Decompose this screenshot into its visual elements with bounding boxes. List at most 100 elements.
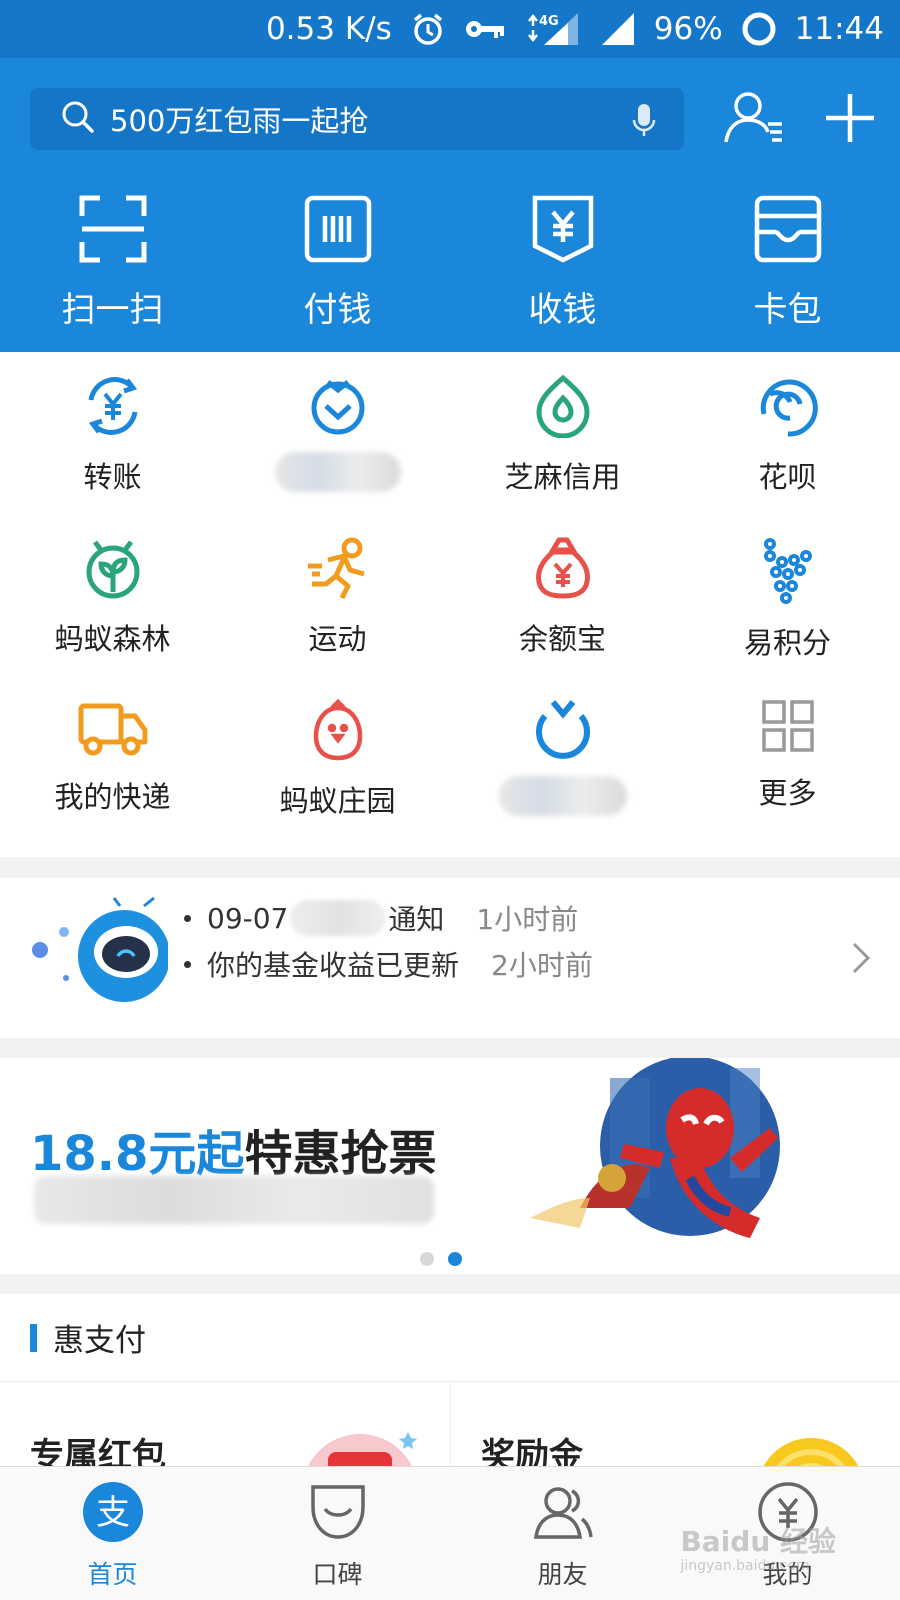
scan-icon xyxy=(78,194,148,268)
app-sports[interactable]: 运动 xyxy=(225,536,450,656)
app-label: 运动 xyxy=(308,622,367,656)
timer-icon xyxy=(531,698,595,766)
banner-price: 18.8元起 xyxy=(30,1126,245,1182)
notice-text-suffix: 通知 xyxy=(388,903,445,936)
robot-mascot-icon xyxy=(28,896,170,1012)
app-yuebao[interactable]: 余额宝 xyxy=(450,536,675,656)
section-title: 惠支付 xyxy=(53,1323,146,1359)
pager-dot[interactable] xyxy=(420,1252,434,1266)
baidu-watermark: Baidu 经验 jingyan.baidu.com xyxy=(680,1520,836,1574)
receive-button[interactable]: 收钱 xyxy=(450,194,675,331)
bullet xyxy=(184,914,191,922)
app-huabei[interactable]: 花呗 xyxy=(675,374,900,494)
battery-ring-icon xyxy=(741,11,777,47)
battery-percent: 96% xyxy=(653,11,723,47)
redacted-subtitle xyxy=(34,1176,434,1224)
svg-text:支: 支 xyxy=(96,1493,130,1533)
scan-button[interactable]: 扫一扫 xyxy=(0,194,225,331)
app-ant-farm[interactable]: 蚂蚁庄园 xyxy=(225,698,450,818)
notice-item[interactable]: 你的基金收益已更新 2小时前 xyxy=(184,944,593,984)
notice-item[interactable]: 09-07 通知 1小时前 xyxy=(184,898,578,938)
sesame-icon xyxy=(531,374,595,442)
notice-text: 09-07 xyxy=(207,901,289,935)
signal-icon xyxy=(600,11,636,47)
app-redacted[interactable] xyxy=(225,374,450,492)
sprout-icon xyxy=(81,536,145,604)
app-transfer[interactable]: 转账 xyxy=(0,374,225,494)
app-label: 芝麻信用 xyxy=(504,460,621,494)
redacted-label xyxy=(274,452,401,492)
tab-koubei[interactable]: 口碑 xyxy=(225,1467,450,1600)
search-icon xyxy=(60,99,96,139)
network-speed: 0.53 K/s xyxy=(265,11,392,47)
svg-text:4G: 4G xyxy=(539,14,559,29)
receive-money-icon xyxy=(525,194,601,268)
app-label: 我的快递 xyxy=(54,780,171,814)
clock: 11:44 xyxy=(794,11,884,47)
quick-action-label: 收钱 xyxy=(528,290,597,330)
app-grid: 转账 芝麻信用 花呗 蚂蚁森林 运动 余额宝 易积分 我的快递 蚂蚁庄园 更多 xyxy=(0,352,900,857)
chevron-right-icon xyxy=(852,942,871,978)
notice-time: 1小时前 xyxy=(476,903,579,936)
card-wallet-button[interactable]: 卡包 xyxy=(675,194,900,331)
tab-label: 朋友 xyxy=(537,1560,588,1589)
alipay-home-icon: 支 xyxy=(82,1481,144,1547)
truck-icon xyxy=(77,698,149,762)
app-label: 更多 xyxy=(758,776,817,810)
runner-icon xyxy=(304,536,372,604)
watermark-url: jingyan.baidu.com xyxy=(680,1558,810,1574)
quick-action-label: 扫一扫 xyxy=(61,290,164,330)
quick-action-label: 付钱 xyxy=(303,290,372,330)
app-more[interactable]: 更多 xyxy=(675,698,900,810)
4g-signal-icon: 4G xyxy=(524,11,582,47)
app-label: 余额宝 xyxy=(518,622,606,656)
shield-check-icon xyxy=(306,374,370,442)
app-express[interactable]: 我的快递 xyxy=(0,698,225,814)
app-yijifen[interactable]: 易积分 xyxy=(675,536,900,660)
contacts-button[interactable] xyxy=(724,90,784,150)
banner-headline: 18.8元起特惠抢票 xyxy=(30,1114,436,1184)
search-input[interactable]: 500万红包雨一起抢 xyxy=(30,88,684,150)
redacted-label xyxy=(498,776,627,816)
app-label: 易积分 xyxy=(743,626,831,660)
app-label: 蚂蚁森林 xyxy=(54,622,171,656)
koubei-icon xyxy=(307,1481,369,1547)
huabei-icon xyxy=(756,374,820,442)
app-label: 转账 xyxy=(83,460,142,494)
app-ant-forest[interactable]: 蚂蚁森林 xyxy=(0,536,225,656)
tab-home[interactable]: 支 首页 xyxy=(0,1467,225,1600)
app-redacted-2[interactable] xyxy=(450,698,675,816)
promo-banner[interactable]: 18.8元起特惠抢票 xyxy=(0,1058,900,1274)
grape-icon xyxy=(756,536,820,608)
pager-dot-active[interactable] xyxy=(448,1252,462,1266)
bullet xyxy=(184,960,191,968)
money-bag-icon xyxy=(531,536,595,604)
status-bar: 0.53 K/s 4G 96% 11:44 xyxy=(0,0,900,58)
chick-icon xyxy=(308,698,368,766)
alarm-icon xyxy=(410,11,446,47)
quick-action-label: 卡包 xyxy=(753,290,822,330)
app-label: 蚂蚁庄园 xyxy=(279,784,396,818)
quick-actions: 扫一扫 付钱 收钱 卡包 xyxy=(0,194,900,331)
redacted-text xyxy=(290,900,387,936)
add-button[interactable] xyxy=(822,90,878,150)
tab-label: 首页 xyxy=(87,1560,138,1589)
tab-friends[interactable]: 朋友 xyxy=(450,1467,675,1600)
notice-text: 你的基金收益已更新 xyxy=(207,949,460,982)
section-header: 惠支付 xyxy=(0,1294,900,1382)
header: 500万红包雨一起抢 扫一扫 付钱 收钱 卡包 xyxy=(0,58,900,352)
notice-time: 2小时前 xyxy=(491,949,593,982)
wallet-icon xyxy=(753,194,823,268)
tab-label: 口碑 xyxy=(312,1560,363,1589)
friends-icon xyxy=(532,1481,594,1547)
watermark-brand: Baidu 经验 xyxy=(680,1525,836,1558)
superhero-illustration xyxy=(510,1058,800,1262)
pay-button[interactable]: 付钱 xyxy=(225,194,450,331)
app-sesame-credit[interactable]: 芝麻信用 xyxy=(450,374,675,494)
microphone-icon[interactable] xyxy=(632,102,656,142)
banner-title: 特惠抢票 xyxy=(244,1126,437,1182)
grid-more-icon xyxy=(760,698,816,758)
section-accent-bar xyxy=(30,1323,37,1352)
notification-panel[interactable]: 09-07 通知 1小时前 你的基金收益已更新 2小时前 xyxy=(0,878,900,1038)
search-placeholder: 500万红包雨一起抢 xyxy=(110,104,369,138)
